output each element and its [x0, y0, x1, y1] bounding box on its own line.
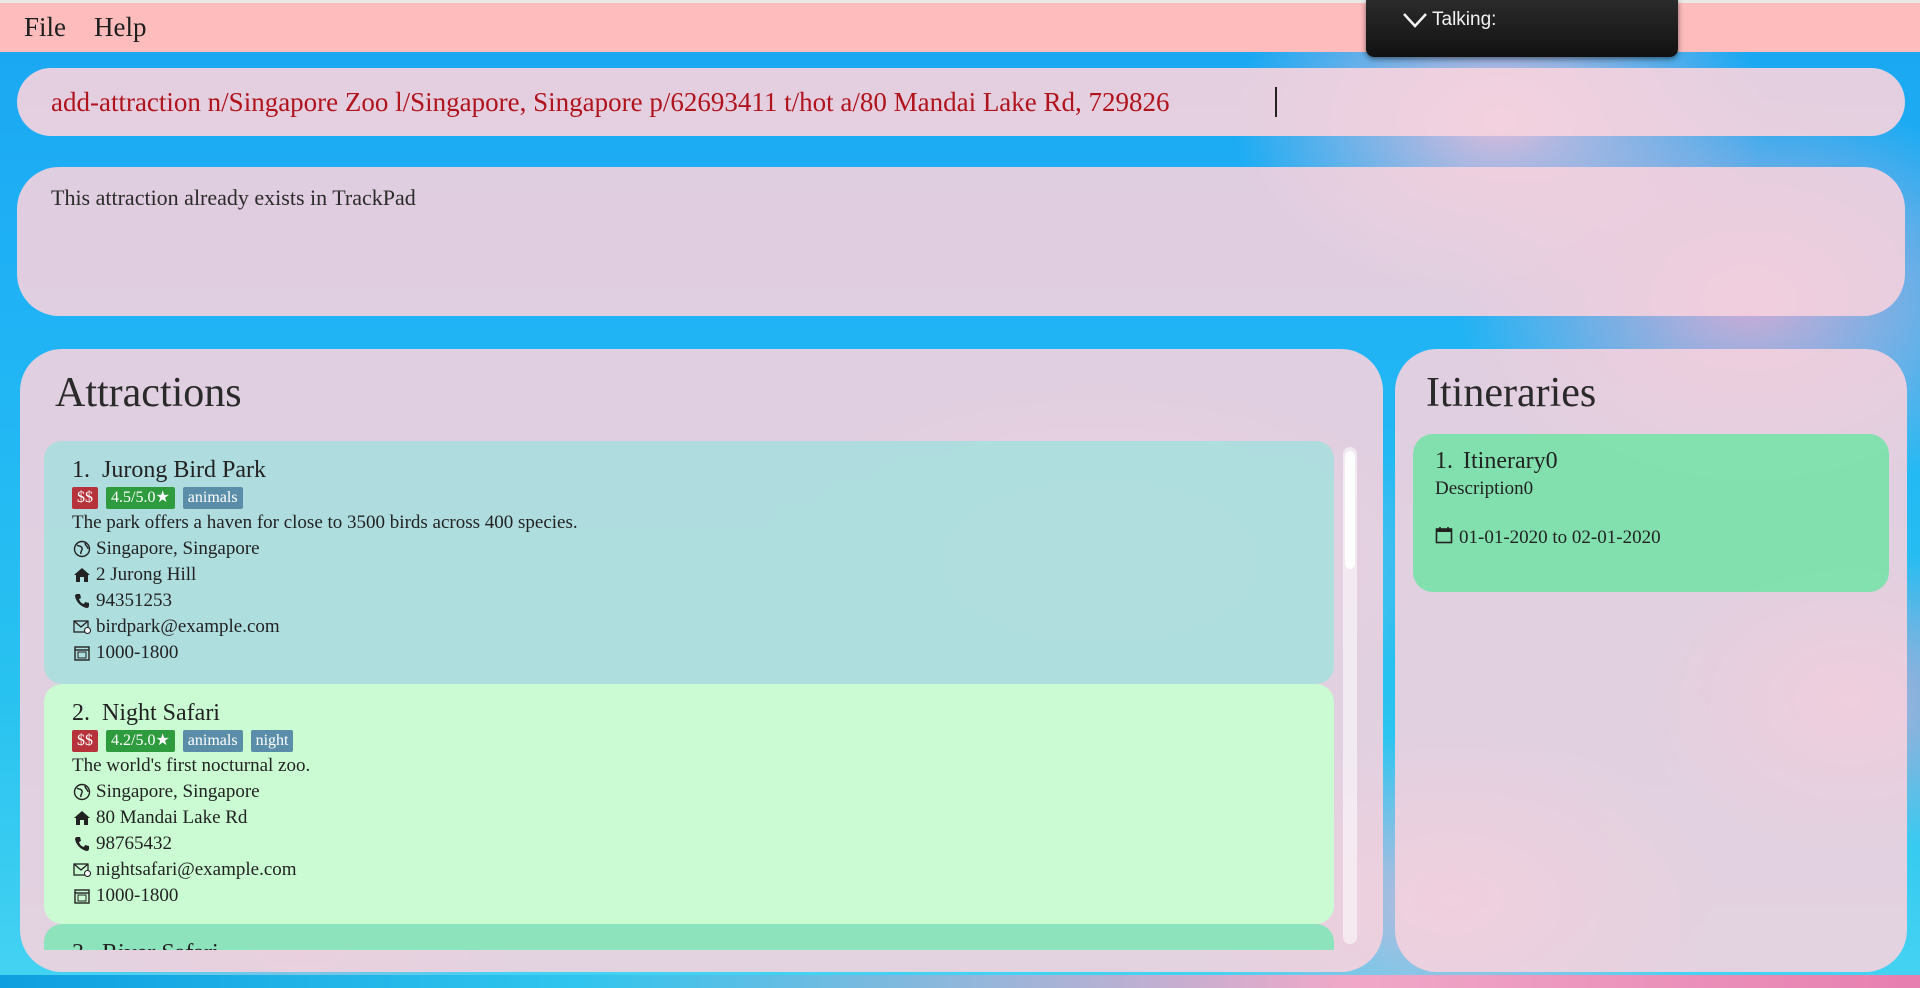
command-input[interactable] — [51, 86, 1851, 118]
price-tag: $$ — [72, 730, 98, 752]
attraction-card[interactable]: 1. Jurong Bird Park $$ 4.5/5.0★ animals T… — [44, 441, 1334, 684]
email-text: birdpark@example.com — [96, 616, 280, 637]
attraction-name: River Safari — [102, 940, 219, 950]
calendar-clock-icon — [72, 886, 92, 906]
attraction-address: 2 Jurong Hill — [72, 562, 1334, 588]
attraction-index: 1. — [72, 457, 90, 483]
itinerary-description: Description0 — [1435, 478, 1534, 499]
globe-icon — [72, 782, 92, 802]
attraction-email: birdpark@example.com — [72, 614, 1334, 640]
chevron-down-icon — [1403, 13, 1427, 28]
itineraries-panel: Itineraries 1. Itinerary0 Description0 01… — [1395, 349, 1907, 972]
calendar-clock-icon — [72, 643, 92, 663]
itinerary-card[interactable]: 1. Itinerary0 Description0 01-01-2020 to … — [1413, 434, 1889, 592]
home-icon — [72, 565, 92, 585]
attraction-name: Jurong Bird Park — [102, 457, 266, 483]
rating-tag: 4.5/5.0★ — [106, 487, 175, 509]
attraction-hours: 1000-1800 — [72, 640, 1334, 666]
attractions-panel: Attractions 1. Jurong Bird Park $$ 4.5/5.… — [20, 349, 1383, 972]
itinerary-index: 1. — [1435, 448, 1453, 474]
dates-text: 01-01-2020 to 02-01-2020 — [1459, 527, 1661, 548]
attraction-location: Singapore, Singapore — [72, 536, 1334, 562]
attractions-title: Attractions — [55, 370, 242, 416]
itinerary-title: 1. Itinerary0 — [1435, 446, 1889, 476]
email-text: nightsafari@example.com — [96, 859, 297, 880]
category-tag: night — [250, 730, 294, 752]
home-icon — [72, 808, 92, 828]
attraction-list[interactable]: 1. Jurong Bird Park $$ 4.5/5.0★ animals T… — [44, 441, 1357, 950]
text-caret — [1275, 87, 1277, 117]
attraction-title: 2. Night Safari — [72, 698, 1334, 728]
phone-icon — [72, 591, 92, 611]
itinerary-dates: 01-01-2020 to 02-01-2020 — [1435, 526, 1889, 550]
address-text: 2 Jurong Hill — [96, 564, 197, 585]
window-bottom-edge — [0, 975, 1920, 988]
rating-tag: 4.2/5.0★ — [106, 730, 175, 752]
attraction-tags: $$ 4.2/5.0★ animals night — [72, 730, 1334, 752]
attraction-name: Night Safari — [102, 700, 220, 726]
attraction-email: nightsafari@example.com — [72, 857, 1334, 883]
attraction-list-scrollbar[interactable] — [1343, 447, 1357, 944]
hours-text: 1000-1800 — [96, 885, 179, 906]
attraction-card[interactable]: 2. Night Safari $$ 4.2/5.0★ animals night… — [44, 684, 1334, 924]
category-tag: animals — [182, 730, 243, 752]
command-box — [17, 68, 1905, 136]
attraction-location: Singapore, Singapore — [72, 779, 1334, 805]
price-tag: $$ — [72, 487, 98, 509]
itinerary-name: Itinerary0 — [1463, 448, 1558, 474]
scrollbar-thumb[interactable] — [1345, 451, 1355, 569]
location-text: Singapore, Singapore — [96, 781, 260, 802]
calendar-icon — [1435, 526, 1453, 550]
category-tag: animals — [182, 487, 243, 509]
location-text: Singapore, Singapore — [96, 538, 260, 559]
result-message: This attraction already exists in TrackP… — [51, 185, 416, 210]
attraction-description: The park offers a haven for close to 350… — [72, 512, 578, 533]
attraction-tags: $$ 4.5/5.0★ animals — [72, 487, 1334, 509]
phone-icon — [72, 834, 92, 854]
globe-icon — [72, 539, 92, 559]
address-text: 80 Mandai Lake Rd — [96, 807, 248, 828]
hours-text: 1000-1800 — [96, 642, 179, 663]
attraction-card[interactable]: 3. River Safari — [44, 924, 1334, 950]
phone-text: 94351253 — [96, 590, 172, 611]
phone-text: 98765432 — [96, 833, 172, 854]
result-display: This attraction already exists in TrackP… — [17, 167, 1905, 316]
attraction-index: 2. — [72, 700, 90, 726]
attraction-address: 80 Mandai Lake Rd — [72, 805, 1334, 831]
attraction-title: 1. Jurong Bird Park — [72, 455, 1334, 485]
email-icon — [72, 617, 92, 637]
talking-indicator[interactable]: Talking: — [1366, 0, 1678, 57]
attraction-index: 3. — [72, 940, 90, 950]
itineraries-title: Itineraries — [1426, 370, 1597, 416]
email-icon — [72, 860, 92, 880]
talking-label: Talking: — [1432, 9, 1497, 30]
attraction-phone: 94351253 — [72, 588, 1334, 614]
attraction-title: 3. River Safari — [72, 938, 1334, 950]
attraction-description: The world's first nocturnal zoo. — [72, 755, 311, 776]
attraction-phone: 98765432 — [72, 831, 1334, 857]
menu-help[interactable]: Help — [94, 12, 146, 43]
attraction-hours: 1000-1800 — [72, 883, 1334, 909]
menu-file[interactable]: File — [24, 12, 66, 43]
